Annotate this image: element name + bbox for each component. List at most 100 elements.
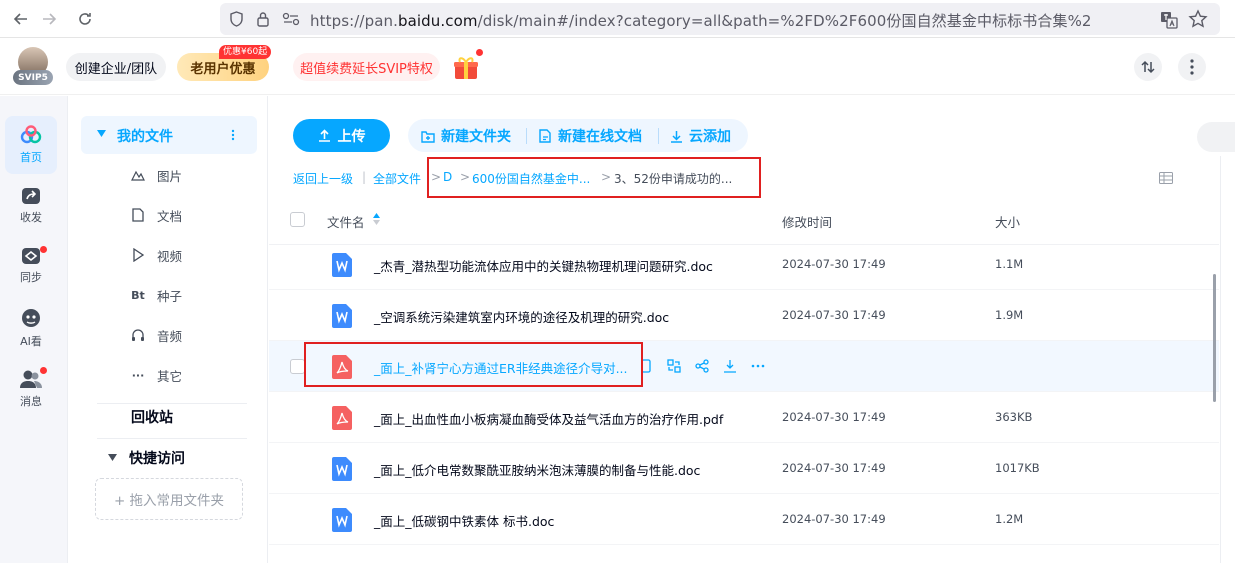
sync-icon: [21, 247, 41, 265]
nav-my-files-label: 我的文件: [117, 129, 173, 145]
video-icon: [131, 248, 145, 262]
nav-quick-access[interactable]: 快捷访问: [129, 448, 185, 468]
nav-other[interactable]: ··· 其它: [131, 365, 182, 385]
table-row[interactable]: _空调系统污染建筑室内环境的途径及机理的研究.doc 2024-07-30 17…: [269, 290, 1219, 341]
file-size: 1.9M: [995, 308, 1024, 322]
rail-label: 收发: [20, 211, 42, 224]
table-row[interactable]: _面上_低介电常数聚酰亚胺纳米泡沫薄膜的制备与性能.doc 2024-07-30…: [269, 443, 1219, 494]
new-online-doc-label: 新建在线文档: [558, 129, 642, 145]
rail-label: 消息: [20, 395, 42, 408]
row-checkbox[interactable]: [290, 359, 305, 374]
nav-my-files[interactable]: 我的文件: [81, 116, 257, 154]
file-name[interactable]: _面上_低碳钢中铁素体 标书.doc: [374, 511, 554, 530]
file-list-panel: 上传 新建文件夹 新建在线文档 云添加 返回上一级 | 全部文件 > D > 6…: [269, 96, 1235, 563]
divider: [526, 128, 527, 144]
new-folder-label: 新建文件夹: [441, 129, 511, 145]
highlight-box-breadcrumb: [427, 157, 761, 198]
table-row[interactable]: _杰青_潜热型功能流体应用中的关键热物理机理问题研究.doc 2024-07-3…: [269, 239, 1219, 290]
breadcrumb-back-link[interactable]: 返回上一级: [293, 170, 353, 187]
file-name[interactable]: _杰青_潜热型功能流体应用中的关键热物理机理问题研究.doc: [374, 256, 713, 275]
rail-label: AI看: [20, 335, 42, 348]
shield-icon[interactable]: [229, 11, 244, 27]
upload-button[interactable]: 上传: [293, 119, 390, 152]
reload-icon[interactable]: [74, 8, 96, 30]
forward-arrow-icon[interactable]: [38, 8, 60, 30]
rail-item-sync[interactable]: 同步: [5, 238, 57, 296]
bookmark-star-icon[interactable]: [1188, 9, 1208, 29]
highlight-box-file: [304, 342, 643, 387]
table-row[interactable]: _面上_低碳钢中铁素体 标书.doc 2024-07-30 17:49 1.2M: [269, 494, 1219, 545]
download-icon: [670, 130, 683, 143]
breadcrumb-all-files[interactable]: 全部文件: [373, 170, 421, 187]
nav-audio[interactable]: 音频: [131, 325, 182, 345]
drag-folder-dropzone[interactable]: + 拖入常用文件夹: [95, 478, 243, 520]
view-toggle-icon[interactable]: [1159, 172, 1173, 184]
word-file-icon: [332, 508, 352, 532]
nav-videos[interactable]: 视频: [131, 245, 182, 265]
nav-documents[interactable]: 文档: [131, 205, 182, 225]
file-name[interactable]: _面上_出血性血小板病凝血酶受体及益气活血方的治疗作用.pdf: [374, 409, 723, 428]
translate-icon[interactable]: [1160, 11, 1178, 29]
nav-images-label: 图片: [157, 168, 183, 184]
rail-item-ai[interactable]: AI看: [5, 300, 57, 358]
doc-edit-icon: [539, 129, 552, 143]
divider: [97, 403, 247, 404]
file-modified-time: 2024-07-30 17:49: [782, 257, 886, 271]
new-folder-button[interactable]: 新建文件夹: [421, 119, 511, 153]
nav-recycle-bin[interactable]: 回收站: [131, 407, 173, 427]
app-rail: 首页 收发 同步 AI看 消息: [0, 96, 68, 563]
sync-notification-dot: [40, 246, 47, 253]
word-file-icon: [332, 457, 352, 481]
file-modified-time: 2024-07-30 17:49: [782, 512, 886, 526]
document-icon: [131, 208, 145, 222]
lock-icon[interactable]: [256, 11, 270, 27]
col-header-name[interactable]: 文件名: [327, 212, 365, 231]
more-menu-icon[interactable]: [1178, 53, 1206, 81]
select-all-checkbox[interactable]: [290, 212, 305, 227]
row-actions: [639, 359, 765, 373]
permissions-icon[interactable]: [282, 12, 300, 26]
messages-notification-dot: [40, 367, 47, 374]
transfer-list-icon[interactable]: [1134, 53, 1162, 81]
rail-item-home[interactable]: 首页: [5, 116, 57, 174]
rail-item-share[interactable]: 收发: [5, 178, 57, 236]
cloud-add-button[interactable]: 云添加: [670, 119, 731, 153]
nav-audio-label: 音频: [157, 328, 183, 344]
file-size: 1.1M: [995, 257, 1024, 271]
share-link-icon[interactable]: [695, 359, 709, 373]
right-side-tab[interactable]: [1197, 122, 1235, 152]
file-name[interactable]: _空调系统污染建筑室内环境的途径及机理的研究.doc: [374, 307, 669, 326]
divider: [97, 438, 247, 439]
nav-videos-label: 视频: [157, 248, 183, 264]
create-team-button[interactable]: 创建企业/团队: [66, 53, 166, 81]
list-scrollbar-thumb[interactable]: [1213, 274, 1216, 402]
file-size: 1.2M: [995, 512, 1024, 526]
col-header-size[interactable]: 大小: [995, 212, 1020, 231]
file-category-nav: 我的文件 图片 文档 视频 Bt 种子 音频 ··· 其它 回收站 快捷访问 +…: [69, 96, 268, 563]
row-download-icon[interactable]: [723, 359, 737, 373]
kebab-icon[interactable]: [231, 129, 235, 141]
file-modified-time: 2024-07-30 17:49: [782, 308, 886, 322]
row-more-icon[interactable]: [751, 359, 765, 373]
svip-promo-button[interactable]: 超值续费延长SVIP特权: [293, 53, 440, 81]
table-row[interactable]: _面上_出血性血小板病凝血酶受体及益气活血方的治疗作用.pdf 2024-07-…: [269, 392, 1219, 443]
app-header: SVIP5 创建企业/团队 老用户优惠 优惠¥60起 超值续费延长SVIP特权: [0, 39, 1235, 95]
ai-icon: [20, 307, 42, 329]
back-arrow-icon[interactable]: [10, 8, 32, 30]
nav-images[interactable]: 图片: [131, 165, 182, 185]
upload-icon: [318, 129, 331, 142]
new-online-doc-button[interactable]: 新建在线文档: [539, 119, 642, 153]
sort-ascending-icon[interactable]: [373, 213, 380, 225]
caret-down-icon: [97, 130, 106, 138]
home-cloud-icon: [19, 125, 43, 145]
gift-icon[interactable]: [452, 54, 480, 82]
file-modified-time: 2024-07-30 17:49: [782, 461, 886, 475]
url-bar[interactable]: https://pan.baidu.com/disk/main#/index?c…: [220, 3, 1220, 35]
image-icon: [131, 168, 145, 182]
rail-item-messages[interactable]: 消息: [5, 362, 57, 420]
nav-torrents[interactable]: Bt 种子: [131, 285, 182, 305]
url-text[interactable]: https://pan.baidu.com/disk/main#/index?c…: [310, 10, 1090, 31]
col-header-time[interactable]: 修改时间: [782, 212, 832, 231]
convert-icon[interactable]: [667, 359, 681, 373]
file-name[interactable]: _面上_低介电常数聚酰亚胺纳米泡沫薄膜的制备与性能.doc: [374, 460, 700, 479]
